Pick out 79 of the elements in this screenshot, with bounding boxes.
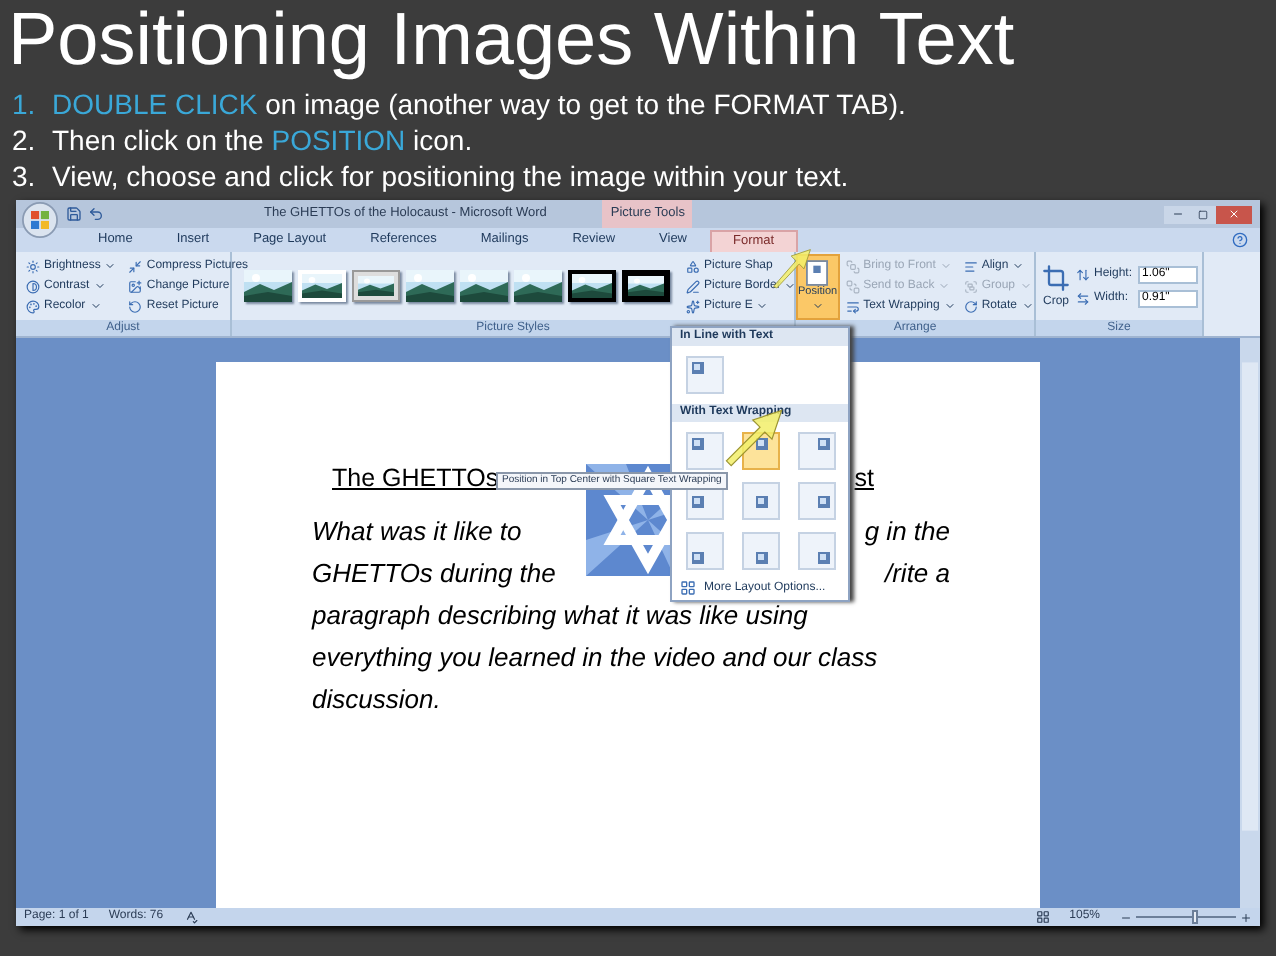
contrast-icon xyxy=(26,279,40,293)
position-option[interactable] xyxy=(742,482,780,520)
position-option[interactable] xyxy=(798,432,836,470)
help-icon[interactable] xyxy=(1232,232,1248,248)
step-text: DOUBLE CLICK on image (another way to get to the FORMAT TAB). xyxy=(52,86,906,122)
vertical-scrollbar[interactable] xyxy=(1240,338,1260,908)
document-text: GHETTOs during the xyxy=(312,556,556,592)
position-option[interactable] xyxy=(686,532,724,570)
document-text: g in the xyxy=(864,514,950,550)
image-position-icon xyxy=(818,438,830,450)
align-icon xyxy=(963,259,978,273)
caret-icon xyxy=(811,300,824,313)
document-text: everything you learned in the video and our class xyxy=(312,640,878,676)
sparkle-icon xyxy=(686,299,700,313)
image-position-icon xyxy=(692,362,704,374)
step-number: 2. xyxy=(12,122,38,158)
document-text: paragraph describing what it was like using xyxy=(312,598,808,634)
image-position-icon xyxy=(692,438,704,450)
proofing-icon[interactable] xyxy=(183,910,198,924)
caret-icon xyxy=(756,300,769,312)
height-icon xyxy=(1076,267,1090,281)
zoom-in-icon[interactable] xyxy=(1240,911,1252,923)
sun-icon xyxy=(26,259,40,273)
image-position-icon xyxy=(755,438,767,450)
step-text: View, choose and click for positioning the image within your text. xyxy=(52,158,849,194)
position-option[interactable] xyxy=(798,482,836,520)
palette-icon xyxy=(26,299,40,313)
maximize-button[interactable] xyxy=(1190,205,1216,223)
minimize-button[interactable] xyxy=(1164,205,1190,223)
reset-icon xyxy=(128,299,143,313)
document-text: What was it like to xyxy=(312,514,522,550)
close-icon xyxy=(1228,208,1240,220)
position-option[interactable] xyxy=(686,432,724,470)
image-position-icon xyxy=(818,552,830,564)
picture-style-thumbnail[interactable] xyxy=(568,270,616,302)
image-icon xyxy=(128,279,143,293)
image-position-icon xyxy=(755,495,767,507)
caret-icon xyxy=(784,280,797,292)
save-icon[interactable] xyxy=(66,206,82,222)
maximize-icon xyxy=(1198,209,1208,219)
shapes-icon xyxy=(686,259,700,273)
pen-icon xyxy=(686,279,700,293)
minimize-icon xyxy=(1171,208,1183,220)
bring-front-icon xyxy=(845,259,860,273)
undo-icon[interactable] xyxy=(88,206,104,222)
rotate-icon xyxy=(963,299,978,313)
slide-title: Positioning Images Within Text xyxy=(6,0,1017,80)
picture-style-thumbnail[interactable] xyxy=(352,270,400,302)
document-heading: The GHETTOs xyxy=(332,462,499,494)
step-number: 1. xyxy=(12,86,38,122)
document-text: /rite a xyxy=(884,556,950,592)
picture-style-thumbnail[interactable] xyxy=(244,270,292,302)
image-position-icon xyxy=(755,552,767,564)
layout-icon xyxy=(680,580,696,596)
group-icon xyxy=(963,279,978,293)
position-icon xyxy=(806,259,829,286)
document-text: discussion. xyxy=(312,682,441,718)
step-number: 3. xyxy=(12,158,38,194)
crop-icon xyxy=(1042,264,1070,292)
send-back-icon xyxy=(845,279,860,293)
compress-icon xyxy=(128,259,143,273)
document-heading: st xyxy=(854,462,874,494)
picture-style-thumbnail[interactable] xyxy=(622,270,670,302)
picture-style-thumbnail[interactable] xyxy=(406,270,454,302)
wrap-text-icon xyxy=(845,299,860,313)
width-icon xyxy=(1076,291,1090,305)
zoom-out-icon[interactable] xyxy=(1120,911,1132,923)
close-button[interactable] xyxy=(1216,205,1252,223)
position-option[interactable] xyxy=(798,532,836,570)
image-position-icon xyxy=(692,552,704,564)
position-option[interactable] xyxy=(742,532,780,570)
picture-style-thumbnail[interactable] xyxy=(460,270,508,302)
image-position-icon xyxy=(818,495,830,507)
slider-thumb[interactable] xyxy=(1192,910,1199,924)
position-option[interactable] xyxy=(686,356,724,394)
step-text: Then click on the POSITION icon. xyxy=(52,122,473,158)
image-position-icon xyxy=(692,495,704,507)
view-buttons-icon[interactable] xyxy=(1035,910,1050,924)
picture-style-thumbnail[interactable] xyxy=(514,270,562,302)
